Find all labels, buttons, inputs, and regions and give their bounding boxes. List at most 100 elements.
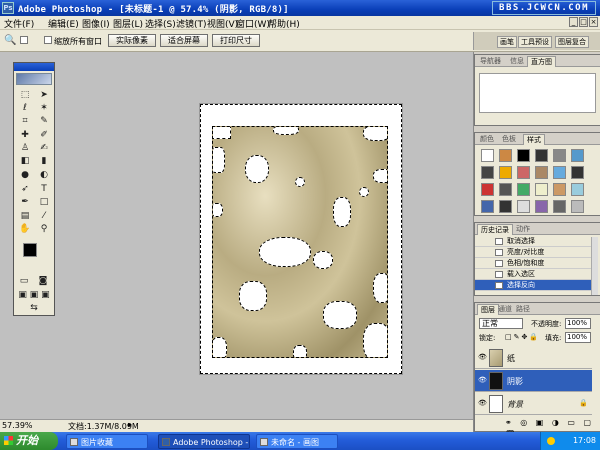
crop-tool-icon[interactable]: ⌗ bbox=[16, 115, 34, 127]
style-swatch[interactable] bbox=[571, 183, 584, 196]
palette-well-tab-brushes[interactable]: 画笔 bbox=[497, 36, 517, 48]
eyedropper-icon[interactable]: ⁄ bbox=[35, 210, 53, 222]
tab-paths[interactable]: 路径 bbox=[513, 304, 533, 315]
style-swatch[interactable] bbox=[553, 183, 566, 196]
type-tool-icon[interactable]: T bbox=[35, 183, 53, 195]
dodge-tool-icon[interactable]: ◐ bbox=[35, 169, 53, 181]
style-swatch[interactable] bbox=[517, 166, 530, 179]
shape-tool-icon[interactable]: □ bbox=[35, 196, 53, 208]
style-swatch[interactable] bbox=[571, 149, 584, 162]
eye-icon[interactable]: 👁 bbox=[478, 376, 487, 384]
palette-well-tab-comps[interactable]: 图层复合 bbox=[555, 36, 589, 48]
style-swatch[interactable] bbox=[517, 200, 530, 213]
history-item[interactable]: 色相/饱和度 bbox=[475, 258, 592, 269]
fit-screen-button[interactable]: 适合屏幕 bbox=[160, 34, 208, 47]
style-swatch[interactable] bbox=[535, 149, 548, 162]
style-swatch[interactable] bbox=[481, 183, 494, 196]
style-swatch[interactable] bbox=[481, 166, 494, 179]
layer-row[interactable]: 👁 纸 bbox=[475, 347, 592, 369]
style-swatch[interactable] bbox=[517, 149, 530, 162]
notes-tool-icon[interactable]: ▤ bbox=[16, 210, 34, 222]
zoom-level[interactable]: 57.39% bbox=[2, 421, 33, 430]
eye-icon[interactable]: 👁 bbox=[478, 353, 487, 361]
resize-window-checkbox[interactable] bbox=[20, 36, 28, 44]
menu-file[interactable]: 文件(F) bbox=[4, 17, 34, 30]
history-item[interactable]: 取消选择 bbox=[475, 236, 592, 247]
style-swatch[interactable] bbox=[535, 166, 548, 179]
lock-icons[interactable]: □✎✥🔒 bbox=[505, 333, 540, 341]
pen-tool-icon[interactable]: ✒ bbox=[16, 196, 34, 208]
style-swatch[interactable] bbox=[499, 149, 512, 162]
menu-select[interactable]: 选择(S) bbox=[145, 17, 176, 30]
style-swatch[interactable] bbox=[571, 166, 584, 179]
style-swatch[interactable] bbox=[499, 200, 512, 213]
minimize-icon[interactable]: _ bbox=[569, 17, 578, 27]
print-size-button[interactable]: 打印尺寸 bbox=[212, 34, 260, 47]
eraser-tool-icon[interactable]: ◧ bbox=[16, 155, 34, 167]
menu-filter[interactable]: 滤镜(T) bbox=[176, 17, 207, 30]
history-brush-icon[interactable]: ✍ bbox=[35, 142, 53, 154]
eye-icon[interactable]: 👁 bbox=[478, 399, 487, 407]
layer-row[interactable]: 👁 背景 🔒 bbox=[475, 393, 592, 415]
menu-layer[interactable]: 图层(L) bbox=[113, 17, 143, 30]
jump-to-imageready-icon[interactable]: ⇆ bbox=[16, 302, 52, 314]
style-swatch[interactable] bbox=[517, 183, 530, 196]
tab-histogram[interactable]: 直方图 bbox=[527, 56, 556, 67]
clone-stamp-icon[interactable]: ♙ bbox=[16, 142, 34, 154]
maximize-icon[interactable]: □ bbox=[579, 17, 588, 27]
magic-wand-icon[interactable]: ✶ bbox=[35, 102, 53, 114]
status-arrow-icon[interactable]: ▸ bbox=[128, 420, 132, 429]
quick-mask-off-icon[interactable]: ▭ bbox=[16, 275, 32, 287]
toolbox-header[interactable] bbox=[14, 63, 54, 71]
slice-tool-icon[interactable]: ✎ bbox=[35, 115, 53, 127]
taskbar-item[interactable]: 未命名 - 画图 bbox=[256, 434, 338, 449]
menu-window[interactable]: 窗口(W) bbox=[236, 17, 270, 30]
close-icon[interactable]: × bbox=[589, 17, 598, 27]
path-select-icon[interactable]: ➶ bbox=[16, 183, 34, 195]
blur-tool-icon[interactable]: ● bbox=[16, 169, 34, 181]
style-swatch[interactable] bbox=[553, 166, 566, 179]
quick-mask-on-icon[interactable]: ◙ bbox=[35, 275, 51, 287]
start-button[interactable]: 开始 bbox=[0, 432, 58, 450]
actual-pixels-button[interactable]: 实际像素 bbox=[108, 34, 156, 47]
menu-image[interactable]: 图像(I) bbox=[82, 17, 110, 30]
tab-swatches[interactable]: 色板 bbox=[499, 134, 519, 145]
style-swatch[interactable] bbox=[481, 149, 494, 162]
layers-footer-buttons[interactable]: ⚭ ◎ ▣ ◑ ▭ ▢ 🗑 bbox=[475, 417, 600, 439]
lasso-tool-icon[interactable]: ℓ bbox=[16, 102, 34, 114]
tab-info[interactable]: 信息 bbox=[507, 56, 527, 67]
menu-help[interactable]: 帮助(H) bbox=[268, 17, 300, 30]
healing-brush-icon[interactable]: ✚ bbox=[16, 129, 34, 141]
foreground-color-swatch[interactable] bbox=[23, 243, 37, 257]
hand-tool-icon[interactable]: ✋ bbox=[16, 223, 34, 235]
all-windows-checkbox[interactable] bbox=[44, 36, 52, 44]
style-swatch[interactable] bbox=[481, 200, 494, 213]
screen-mode-icon[interactable]: ▣ ▣ ▣ bbox=[16, 289, 52, 301]
style-swatch[interactable] bbox=[535, 200, 548, 213]
tab-styles[interactable]: 样式 bbox=[523, 134, 545, 145]
move-tool-icon[interactable]: ➤ bbox=[35, 89, 53, 101]
menu-edit[interactable]: 编辑(E) bbox=[48, 17, 79, 30]
marquee-tool-icon[interactable]: ⬚ bbox=[16, 89, 34, 101]
opacity-field[interactable]: 100% bbox=[565, 318, 591, 329]
menu-view[interactable]: 视图(V) bbox=[207, 17, 238, 30]
taskbar-item[interactable]: 图片收藏 bbox=[66, 434, 148, 449]
palette-well-tab-presets[interactable]: 工具预设 bbox=[518, 36, 552, 48]
style-swatch[interactable] bbox=[571, 200, 584, 213]
tray-icon[interactable] bbox=[547, 437, 555, 445]
tab-navigator[interactable]: 导航器 bbox=[477, 56, 504, 67]
style-swatch[interactable] bbox=[499, 166, 512, 179]
taskbar-item-active[interactable]: Adobe Photoshop - [...] bbox=[158, 434, 250, 449]
document-canvas[interactable] bbox=[199, 103, 403, 375]
tab-history[interactable]: 历史记录 bbox=[477, 224, 513, 235]
brush-tool-icon[interactable]: ✐ bbox=[35, 129, 53, 141]
layer-row-active[interactable]: 👁 阴影 bbox=[475, 370, 592, 392]
tab-color[interactable]: 颜色 bbox=[477, 134, 497, 145]
history-item[interactable]: 载入选区 bbox=[475, 269, 592, 280]
style-swatch[interactable] bbox=[535, 183, 548, 196]
zoom-tool-icon[interactable]: ⚲ bbox=[35, 223, 53, 235]
style-swatch[interactable] bbox=[499, 183, 512, 196]
style-swatch[interactable] bbox=[553, 200, 566, 213]
fill-field[interactable]: 100% bbox=[565, 332, 591, 343]
tab-channels[interactable]: 通道 bbox=[495, 304, 515, 315]
